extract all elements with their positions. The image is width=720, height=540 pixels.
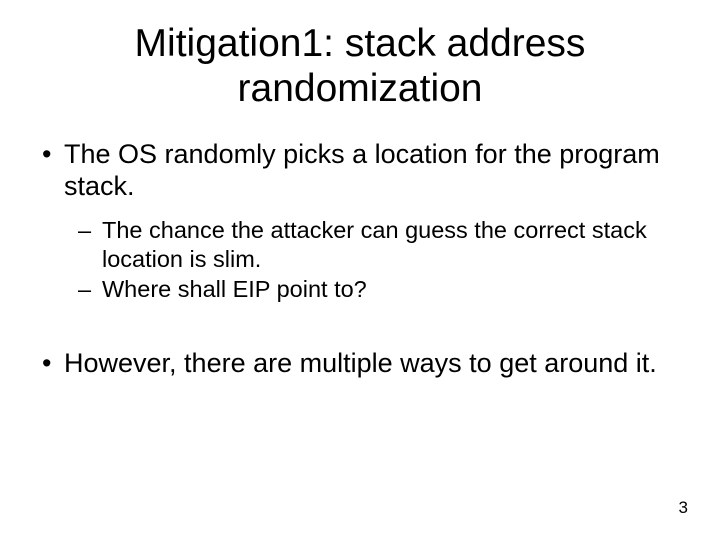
slide: Mitigation1: stack address randomization… bbox=[0, 0, 720, 540]
sub-bullet-point: Where shall EIP point to? bbox=[38, 275, 682, 303]
bullet-point: However, there are multiple ways to get … bbox=[38, 347, 682, 379]
slide-title: Mitigation1: stack address randomization bbox=[38, 22, 682, 112]
spacer bbox=[38, 305, 682, 347]
bullet-point: The OS randomly picks a location for the… bbox=[38, 138, 682, 203]
sub-bullet-point: The chance the attacker can guess the co… bbox=[38, 216, 682, 272]
page-number: 3 bbox=[679, 498, 688, 518]
